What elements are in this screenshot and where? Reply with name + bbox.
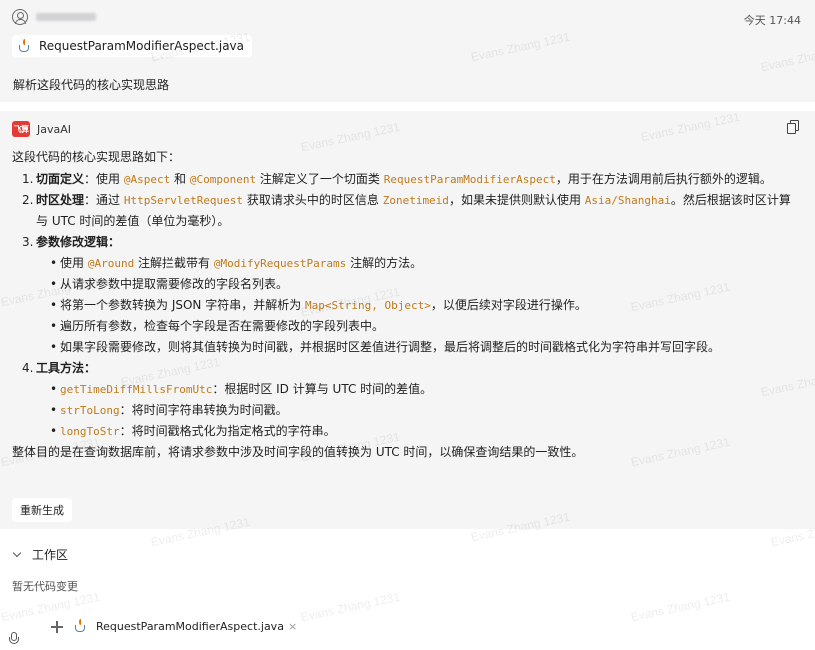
text-segment: 从请求参数中提取需要修改的字段名列表。: [60, 277, 289, 291]
text-segment: 使用: [60, 256, 88, 270]
sub-list: getTimeDiffMillsFromUtc：根据时区 ID 计算与 UTC …: [50, 379, 802, 442]
sub-list-item: longToStr：将时间戳格式化为指定格式的字符串。: [50, 421, 802, 442]
text-segment: ，以便后续对字段进行操作。: [430, 298, 587, 312]
inline-code: Map<String, Object>: [305, 299, 431, 312]
text-segment: 注解拦截带有: [134, 256, 214, 270]
attached-file-chip[interactable]: RequestParamModifierAspect.java: [12, 35, 253, 57]
sub-list-item: 使用 @Around 注解拦截带有 @ModifyRequestParams 注…: [50, 253, 802, 274]
inline-code: @Around: [87, 257, 135, 270]
user-question: 解析这段代码的核心实现思路: [13, 78, 170, 92]
user-message: 今天 17:44 RequestParamModifierAspect.java…: [0, 0, 815, 102]
text-segment: ：使用: [84, 172, 124, 186]
inline-code: strToLong: [60, 404, 120, 417]
inline-code: @Aspect: [123, 173, 171, 186]
inline-code: Zonetimeid: [382, 194, 449, 207]
javaai-logo-icon: 飞算: [12, 121, 30, 137]
text-segment: 遍历所有参数，检查每个字段是否在需要修改的字段列表中。: [60, 319, 385, 333]
user-avatar-icon: [12, 9, 28, 25]
text-segment: 注解定义了一个切面类: [256, 172, 384, 186]
sub-list-item: 如果字段需要修改，则将其值转换为时间戳，并根据时区差值进行调整，最后将调整后的时…: [50, 337, 802, 358]
answer-list-item: 4. 工具方法：: [22, 358, 802, 379]
text-segment: ：将时间字符串转换为时间戳。: [119, 403, 288, 417]
ai-answer-content: 这段代码的核心实现思路如下： 1. 切面定义：使用 @Aspect 和 @Comp…: [12, 147, 802, 463]
answer-list-item: 1. 切面定义：使用 @Aspect 和 @Component 注解定义了一个切面…: [22, 169, 802, 190]
microphone-icon[interactable]: [9, 632, 19, 646]
sub-list-item: 将第一个参数转换为 JSON 字符串，并解析为 Map<String, Obje…: [50, 295, 802, 316]
list-number: 2.: [22, 193, 34, 207]
text-segment: ：将时间戳格式化为指定格式的字符串。: [119, 424, 336, 438]
list-number: 4.: [22, 361, 34, 375]
list-item-title: 切面定义: [36, 172, 85, 186]
workspace-toggle[interactable]: 工作区: [12, 546, 69, 563]
list-number: 1.: [22, 172, 34, 186]
inline-code: longToStr: [60, 425, 120, 438]
message-timestamp: 今天 17:44: [743, 14, 801, 27]
text-segment: ：通过: [84, 193, 124, 207]
text-segment: 如果字段需要修改，则将其值转换为时间戳，并根据时区差值进行调整，最后将调整后的时…: [60, 340, 721, 354]
text-segment: ：根据时区 ID 计算与 UTC 时间的差值。: [212, 382, 433, 396]
sub-list-item: strToLong：将时间字符串转换为时间戳。: [50, 400, 802, 421]
java-file-icon: [18, 39, 32, 53]
java-file-icon: [74, 619, 88, 633]
list-item-title: 参数修改逻辑：: [36, 235, 121, 249]
answer-list-item: 2. 时区处理：通过 HttpServletRequest 获取请求头中的时区信息…: [22, 190, 802, 232]
inline-code: HttpServletRequest: [123, 194, 244, 207]
answer-list: 1. 切面定义：使用 @Aspect 和 @Component 注解定义了一个切面…: [12, 169, 802, 442]
context-file-chip[interactable]: RequestParamModifierAspect.java ×: [74, 619, 297, 633]
ai-message: 飞算 JavaAI 这段代码的核心实现思路如下： 1. 切面定义：使用 @Aspe…: [0, 111, 815, 529]
text-segment: 注解的方法。: [346, 256, 423, 270]
remove-file-icon[interactable]: ×: [288, 620, 297, 633]
user-name-redacted: [36, 13, 96, 21]
chevron-down-icon: [12, 548, 22, 558]
text-segment: 获取请求头中的时区信息: [243, 193, 383, 207]
list-item-title: 工具方法：: [36, 361, 97, 375]
copy-icon[interactable]: [787, 120, 801, 134]
user-header: [12, 9, 96, 25]
answer-list-item: 3. 参数修改逻辑：: [22, 232, 802, 253]
workspace-empty-text: 暂无代码变更: [12, 580, 78, 593]
sub-list-item: getTimeDiffMillsFromUtc：根据时区 ID 计算与 UTC …: [50, 379, 802, 400]
input-bar: RequestParamModifierAspect.java ×: [0, 614, 815, 650]
regenerate-button[interactable]: 重新生成: [12, 498, 72, 522]
attached-file-name: RequestParamModifierAspect.java: [39, 39, 245, 53]
text-segment: 将第一个参数转换为 JSON 字符串，并解析为: [60, 298, 306, 312]
text-segment: ，如果未提供则默认使用: [448, 193, 585, 207]
inline-code: RequestParamModifierAspect: [383, 173, 556, 186]
text-segment: ，用于在方法调用前后执行额外的逻辑。: [555, 172, 772, 186]
inline-code: getTimeDiffMillsFromUtc: [60, 383, 213, 396]
sub-list-item: 从请求参数中提取需要修改的字段名列表。: [50, 274, 802, 295]
answer-intro: 这段代码的核心实现思路如下：: [12, 150, 181, 164]
sub-list-item: 遍历所有参数，检查每个字段是否在需要修改的字段列表中。: [50, 316, 802, 337]
ai-header: 飞算 JavaAI: [12, 121, 71, 137]
context-file-name: RequestParamModifierAspect.java: [96, 619, 284, 633]
add-context-icon[interactable]: [51, 621, 63, 633]
answer-summary: 整体目的是在查询数据库前，将请求参数中涉及时间字段的值转换为 UTC 时间，以确…: [12, 445, 584, 459]
inline-code: @ModifyRequestParams: [213, 257, 347, 270]
list-item-title: 时区处理: [36, 193, 85, 207]
sub-list: 使用 @Around 注解拦截带有 @ModifyRequestParams 注…: [50, 253, 802, 358]
inline-code: @Component: [189, 173, 257, 186]
workspace-title: 工作区: [32, 548, 69, 562]
list-number: 3.: [22, 235, 34, 249]
assistant-name: JavaAI: [37, 122, 72, 136]
inline-code: Asia/Shanghai: [584, 194, 671, 207]
text-segment: 和: [170, 172, 190, 186]
